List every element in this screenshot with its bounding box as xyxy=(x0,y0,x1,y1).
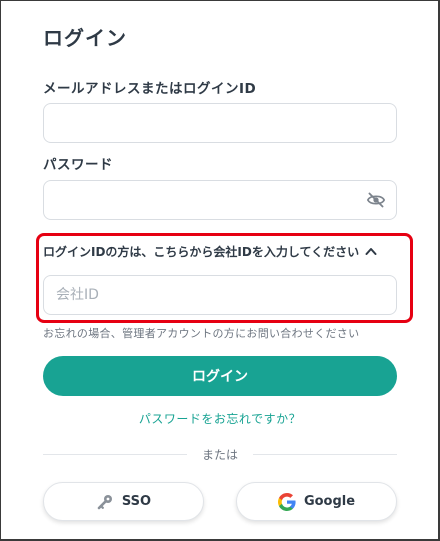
eye-off-icon[interactable] xyxy=(366,191,386,209)
divider-line-right xyxy=(253,454,397,455)
sso-button-label: SSO xyxy=(121,494,152,509)
google-button[interactable]: Google xyxy=(236,482,397,521)
company-id-toggle-label: ログインIDの方は、こちらから会社IDを入力してください xyxy=(43,244,360,259)
company-id-toggle[interactable]: ログインIDの方は、こちらから会社IDを入力してください xyxy=(43,241,393,261)
company-id-input[interactable] xyxy=(43,275,397,315)
email-input[interactable] xyxy=(43,103,397,143)
company-id-note: お忘れの場合、管理者アカウントの方にお問い合わせください xyxy=(43,327,360,340)
password-input[interactable] xyxy=(43,180,397,220)
password-label: パスワード xyxy=(43,157,113,173)
google-logo-icon xyxy=(277,492,296,511)
forgot-password-link[interactable]: パスワードをお忘れですか？ xyxy=(0,410,440,427)
login-button[interactable]: ログイン xyxy=(43,356,397,396)
page-title: ログイン xyxy=(43,26,127,50)
google-button-label: Google xyxy=(303,494,356,509)
sso-button[interactable]: SSO xyxy=(43,482,204,521)
chevron-up-icon xyxy=(365,248,377,255)
email-label: メールアドレスまたはログインID xyxy=(43,81,257,97)
key-icon xyxy=(97,494,112,509)
